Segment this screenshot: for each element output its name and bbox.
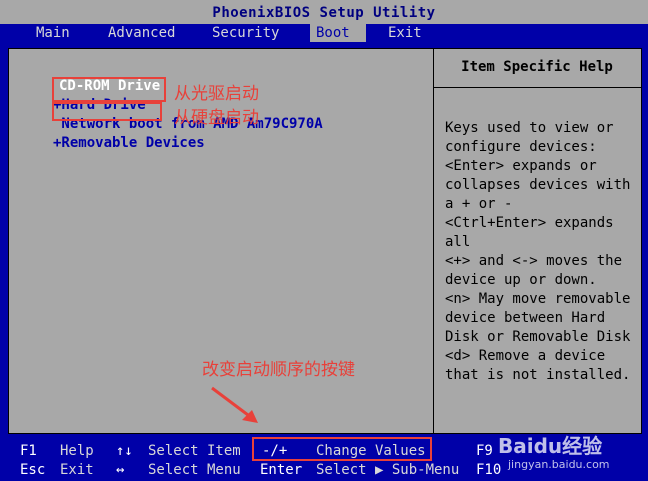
updown-key: ↑↓ (116, 443, 133, 459)
cdrom-annotation: 从光驱启动 (174, 84, 259, 104)
watermark-brand: Baidu经验 (498, 434, 603, 458)
tab-boot[interactable]: Boot (310, 24, 366, 42)
menu-bar: Main Advanced Security Boot Exit (0, 24, 648, 42)
change-values-highlight-box (252, 437, 432, 461)
esc-key: Esc (20, 462, 46, 478)
hdd-annotation: 从硬盘启动 (174, 108, 259, 128)
bios-title: PhoenixBIOS Setup Utility (0, 0, 648, 24)
cdrom-highlight-box (52, 77, 166, 102)
help-divider (433, 49, 434, 433)
help-title-divider (433, 87, 641, 88)
leftright-key: ↔ (116, 462, 125, 478)
enter-label: Select ▶ Sub-Menu (316, 462, 460, 478)
f1-label: Help (60, 443, 94, 459)
tab-advanced[interactable]: Advanced (102, 24, 181, 42)
tab-exit[interactable]: Exit (382, 24, 428, 42)
hdd-highlight-box (52, 102, 162, 121)
f1-key: F1 (20, 443, 37, 459)
f9-key: F9 (476, 443, 493, 459)
tab-security[interactable]: Security (206, 24, 285, 42)
f10-key: F10 (476, 462, 502, 478)
annotation-arrow-icon (211, 386, 258, 423)
help-text: Keys used to view or configure devices: … (445, 120, 631, 383)
tab-main[interactable]: Main (30, 24, 76, 42)
updown-label: Select Item (148, 443, 241, 459)
leftright-label: Select Menu (148, 462, 241, 478)
enter-key: Enter (260, 462, 303, 478)
boot-item-removable[interactable]: +Removable Devices (53, 134, 205, 152)
esc-label: Exit (60, 462, 94, 478)
keys-annotation: 改变启动顺序的按键 (202, 360, 355, 380)
watermark-url: jingyan.baidu.com (508, 458, 610, 471)
help-title: Item Specific Help (461, 59, 613, 75)
